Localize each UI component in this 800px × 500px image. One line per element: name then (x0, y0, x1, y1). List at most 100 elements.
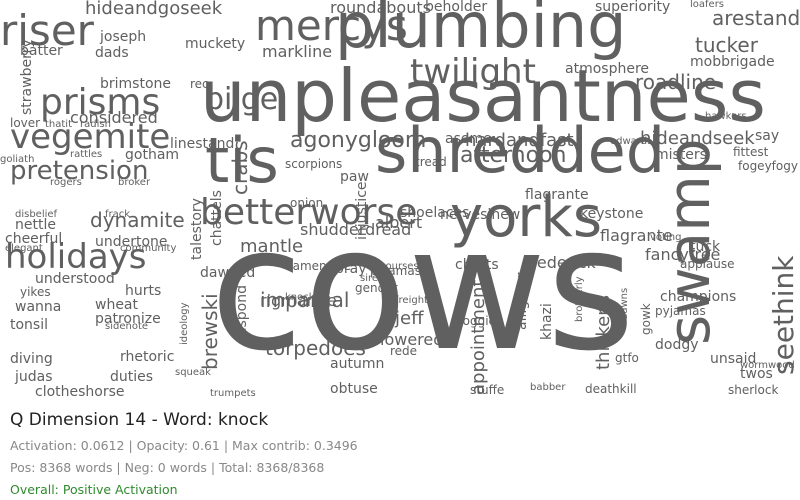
cloud-word: freight (395, 295, 428, 306)
cloud-word: community (120, 243, 177, 254)
cloud-word: squeak (175, 367, 211, 378)
cloud-word: thatit (45, 119, 73, 130)
cloud-word: champions (660, 289, 737, 305)
cloud-word: dads (95, 45, 129, 61)
cloud-word: thickens (593, 294, 614, 370)
cloud-word: deathkill (585, 382, 637, 396)
cloud-word: radish (80, 119, 111, 130)
cloud-word: dawns (619, 287, 630, 320)
cloud-word: nettle (15, 217, 56, 233)
cloud-word: hideandgoseek (85, 0, 223, 19)
activation-stats: Activation: 0.0612 | Opacity: 0.61 | Max… (10, 438, 358, 453)
cloud-word: clotheshorse (35, 384, 125, 400)
cloud-word: linestand (170, 136, 235, 152)
cloud-word: beholder (425, 0, 488, 15)
cloud-word: namenoise (285, 259, 351, 273)
cloud-word: paw (340, 169, 369, 185)
cloud-word: onion (290, 196, 324, 210)
cloud-word: rede (390, 344, 418, 358)
cloud-word: roundabouts (330, 0, 431, 17)
cloud-word: edward (610, 136, 648, 147)
cloud-word: agonygloom (290, 128, 427, 153)
cloud-word: hawkers (705, 111, 747, 122)
cloud-word: trumpets (210, 388, 256, 399)
cloud-word: sherlock (728, 383, 779, 397)
cloud-word: hurts (125, 283, 162, 299)
cloud-word: alligator (514, 272, 530, 330)
word-cloud: cows unpleasantness plumbing shredded tis mer… (0, 0, 800, 404)
cloud-word: dawned (200, 265, 256, 281)
cloud-word: mobbrigade (690, 54, 775, 70)
cloud-word: rattles (70, 149, 103, 160)
cloud-word: brewski (198, 293, 222, 370)
cloud-word: rogers (50, 177, 82, 188)
cloud-word: applause (680, 257, 735, 271)
cloud-word: understood (35, 271, 115, 287)
cloud-word: dodgy (655, 337, 699, 353)
cloud-word: babber (530, 382, 566, 393)
cloud-word: fogeyfogy (738, 159, 798, 173)
cloud-word: gowk (639, 303, 653, 335)
cloud-word: wheat (95, 297, 139, 313)
overall-activation: Overall: Positive Activation (10, 482, 178, 497)
cloud-word: say (755, 128, 780, 144)
cloud-word: despond (234, 284, 250, 345)
cloud-word: charts (455, 257, 499, 273)
cloud-word: markline (262, 42, 333, 61)
cloud-word: judas (15, 369, 53, 385)
cloud-word: shoelaces (400, 205, 470, 221)
cloud-word: mantle (240, 236, 304, 257)
cloud-word: autumn (330, 356, 385, 372)
cloud-word: keystone (580, 206, 644, 222)
cloud-word: appointment (468, 279, 489, 395)
cloud-word: pyjamas (655, 304, 706, 318)
cloud-word: wanna (15, 299, 62, 315)
cloud-word: stuffe (470, 383, 505, 397)
cloud-word: duties (110, 369, 154, 385)
cloud-word: knocks (285, 292, 320, 303)
cloud-word: joseph (100, 29, 147, 45)
cloud-word: atmosphere (565, 61, 649, 77)
cloud-word: tread (415, 155, 447, 169)
cloud-word: misters (655, 147, 707, 163)
cloud-word: broker (118, 177, 151, 188)
cloud-word: muckety (185, 36, 246, 52)
cloud-word: frack (105, 209, 131, 220)
cloud-word: injustice (354, 181, 370, 240)
cloud-word: obtuse (330, 381, 378, 397)
cloud-word: tonsil (10, 317, 49, 333)
info-panel: Q Dimension 14 - Word: knock Activation:… (10, 410, 790, 500)
cloud-word: disbelief (15, 209, 58, 220)
cloud-word: chattels (209, 190, 225, 246)
cloud-word: diving (10, 351, 53, 367)
word-count-stats: Pos: 8368 words | Neg: 0 words | Total: … (10, 460, 325, 475)
cloud-word: rec (190, 77, 209, 91)
cloud-word: talestory (189, 198, 205, 260)
cloud-word: frederick (525, 253, 596, 272)
cloud-word: khazi (539, 303, 555, 340)
cloud-word: brotherly (574, 276, 585, 322)
cloud-word: jeff (395, 308, 424, 329)
cloud-word: batter (20, 43, 63, 59)
cloud-word: fittest (733, 145, 769, 159)
cloud-word: twilight (410, 52, 536, 92)
cloud-word: gtfo (615, 351, 639, 365)
cloud-word: flagrante (525, 187, 589, 203)
cloud-word: tucker (695, 33, 758, 57)
cloud-word: superiority (595, 0, 671, 15)
cloud-word: voting (650, 232, 682, 243)
cloud-word: scorpions (285, 157, 343, 171)
cloud-word: torpedoes (265, 336, 366, 360)
cloud-word: arestand (712, 6, 800, 30)
cloud-word: loafers (690, 0, 725, 10)
word-cloud-page: cows unpleasantness plumbing shredded tis mer… (0, 0, 800, 500)
cloud-word: seethink (767, 255, 800, 375)
cloud-word: tuck (690, 239, 721, 255)
cloud-word: sidenote (105, 321, 149, 332)
cloud-word: rhetoric (120, 349, 175, 365)
cloud-word: yikes (20, 285, 51, 299)
cloud-word: pajamas (370, 264, 421, 278)
dimension-title: Q Dimension 14 - Word: knock (10, 410, 269, 430)
cloud-word: lover (10, 116, 41, 130)
cloud-word: bilge (205, 82, 279, 117)
